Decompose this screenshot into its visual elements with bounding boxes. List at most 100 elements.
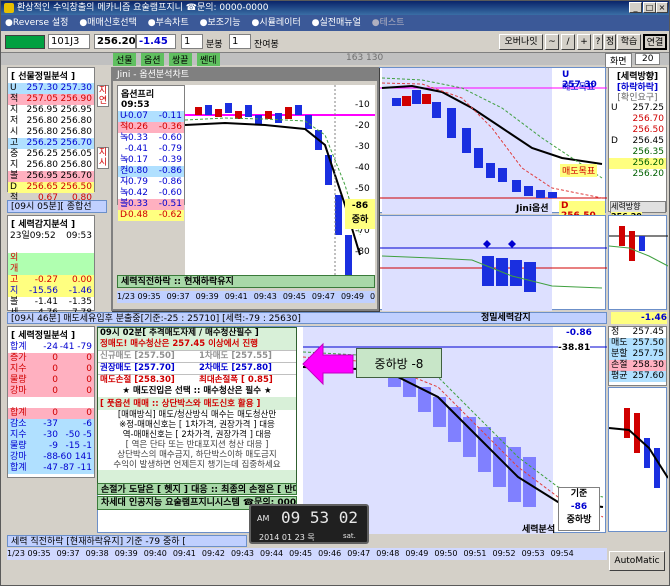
- time-tick: 09:45: [282, 292, 306, 301]
- order-row-label: 정: [611, 327, 620, 337]
- minimize-button[interactable]: _: [629, 2, 642, 13]
- popup-rows: U -0.07 -0.11 적 -0.26 -0.36 녹 -0.33 -0.60 -0.41 -0…: [118, 111, 184, 221]
- direction-row: 256.70: [609, 114, 666, 125]
- power-time1: 23일09:52: [10, 231, 56, 241]
- signal-grid-row: 매도손절 [258.30] 최대손절폭 [ 0.85]: [98, 374, 296, 386]
- popup-candle: [295, 105, 302, 115]
- popup-candle: [325, 155, 332, 185]
- learn-button[interactable]: 학습: [617, 34, 641, 50]
- fut-rows-row: 지 256.80 256.80: [8, 160, 94, 171]
- pop-rows-v1: -0.07: [124, 111, 148, 121]
- popup-axis-label: -30: [355, 142, 370, 152]
- fut-rows-v1: 256.25: [26, 138, 59, 148]
- direction-row-value: 256.50: [632, 125, 665, 135]
- candle: [462, 128, 471, 153]
- mini2-candle: [624, 408, 630, 438]
- interval-input[interactable]: 1: [181, 34, 203, 49]
- mini1-candle: [619, 226, 625, 246]
- popup-status: 세력직전하락 :: 현재하락유지: [117, 275, 375, 288]
- trend-rows-v2: -60 141: [57, 452, 92, 462]
- popup-table: 옵션프리09:53 U -0.07 -0.11 적 -0.26 -0.36 녹 -0.33 -0…: [117, 85, 185, 221]
- direction-row: 256.50: [609, 125, 666, 136]
- fut-rows-row: 저 256.80 256.80: [8, 116, 94, 127]
- maximize-button[interactable]: □: [643, 2, 656, 13]
- jeong-button[interactable]: 정: [604, 34, 616, 50]
- trend-rows-v2: 0: [86, 364, 92, 374]
- overnight-button[interactable]: 오버나잇: [499, 34, 543, 50]
- trend-rows-l: 지수: [10, 364, 27, 374]
- order-row-label: 손절: [611, 360, 628, 370]
- clock-am: AM: [257, 514, 270, 523]
- popup-candle: [195, 107, 202, 115]
- menu-simulator[interactable]: ●시뮬레이터: [247, 15, 304, 31]
- trend-rows-v1: -24: [43, 342, 58, 352]
- time-tick: 09:48: [376, 549, 400, 558]
- order-row-label: 평균: [611, 371, 628, 381]
- trend-title: [ 세력정밀분석 ]: [8, 327, 94, 342]
- interval2-unit: 잔여봉: [254, 40, 279, 50]
- tab-futures[interactable]: 선물: [113, 53, 136, 66]
- plus-button[interactable]: +: [577, 34, 591, 50]
- popup-candle: [215, 109, 222, 117]
- trend-rows-row: 지수 -30 -50 -5: [8, 430, 94, 441]
- order-row-label: 분할: [611, 349, 628, 359]
- direction-row: 256.35: [609, 147, 666, 158]
- menu-aux[interactable]: ●보조기능: [196, 15, 245, 31]
- automatic-button[interactable]: AutoMatic: [609, 551, 665, 571]
- trend-rows-v1: 0: [52, 375, 58, 385]
- pop-rows-row: D -0.48 -0.62: [118, 210, 184, 221]
- menu-reverse[interactable]: ●Reverse 설정: [1, 15, 72, 31]
- trend-rows-v1: 0: [52, 408, 58, 418]
- code-input[interactable]: 101J3: [48, 34, 90, 49]
- trend-badge: 기준 -86 중하방: [558, 487, 600, 531]
- order-row: 정 257.45: [609, 327, 666, 338]
- price-field: 256.20: [94, 34, 136, 49]
- close-button[interactable]: ×: [656, 2, 668, 13]
- popup-chart: -10-20-30-40-50-60-70-80: [184, 85, 375, 275]
- menu-manual[interactable]: ●실전매뉴얼: [308, 15, 365, 31]
- menu-subchart[interactable]: ●부속차트: [144, 15, 193, 31]
- tab-extra[interactable]: 쎈데: [197, 53, 220, 66]
- line-button[interactable]: /: [561, 34, 575, 50]
- fut-rows-v1: 256.65: [26, 182, 59, 192]
- trend-rows-v1: 0: [52, 386, 58, 396]
- notice-line: 상단박스의 매수금지, 하단박스이하 매도금지: [98, 450, 296, 460]
- direction-mid-title: 세력방향: [611, 202, 641, 211]
- annotation-box: 중하방 -8: [356, 348, 442, 378]
- order-row: 손절 258.30: [609, 360, 666, 371]
- screen-number[interactable]: 20: [635, 53, 661, 65]
- popup-candle: [255, 115, 262, 125]
- popup-axis-label: -20: [355, 121, 370, 131]
- interval2-input[interactable]: 1: [229, 34, 251, 49]
- connect-button[interactable]: 연결: [643, 34, 667, 50]
- tab-options[interactable]: 옵션: [141, 53, 164, 66]
- order-row-value: 258.30: [632, 360, 665, 370]
- fut-rows-row: U 257.30 257.30: [8, 83, 94, 94]
- futures-title: [ 선물정밀분석 ]: [8, 68, 94, 83]
- power-panel: [ 세력감지분석 ] 23일09:52 09:53 외 개 고 -0.27 0.00 지 -1…: [7, 215, 95, 318]
- menu-test[interactable]: ●테스트: [368, 15, 409, 31]
- pow-rows-v2: 0.00: [71, 275, 92, 285]
- fut-rows-v2: 256.70: [60, 171, 93, 181]
- help-button[interactable]: ?: [593, 34, 603, 50]
- pop-rows-v1: -0.33: [124, 199, 148, 209]
- direction-row: 256.20: [609, 158, 666, 169]
- trend-panel: [ 세력정밀분석 ] 합계 -24 -41 -79 증가 0 0 지수 0 0 물량 0 0 강마 0 0 합…: [7, 326, 95, 478]
- pow-rows-v2: -1.35: [68, 297, 92, 307]
- pow-rows-l: 외: [10, 253, 19, 263]
- pop-rows-row: U -0.07 -0.11: [118, 111, 184, 122]
- pop-rows-row: 녹 -0.42 -0.60: [118, 188, 184, 199]
- popup-badge-value: -86: [351, 201, 369, 211]
- trend-rows-row: 강마 -88 -60 141: [8, 452, 94, 463]
- trend-rows-v1: -37: [43, 419, 58, 429]
- fut-rows-v2: 256.80: [60, 116, 93, 126]
- app-window: 환상적인 수익창출의 메카니즘 요술램프지니 ☎문의: 0000-0000 _ …: [0, 0, 670, 586]
- tab-pair[interactable]: 쌍끝: [169, 53, 192, 66]
- fut-rows-v2: 256.05: [60, 149, 93, 159]
- trend-rows-v2: -87 -11: [59, 463, 92, 473]
- menu-signal[interactable]: ●매매신호선택: [75, 15, 141, 31]
- pop-rows-v1: -0.26: [124, 122, 148, 132]
- options-popup[interactable]: Jini - 옵션분석차트 옵션프리09:53 U -0.07 -0.11 적 -0.2…: [111, 67, 379, 311]
- mini-chart-1-svg: [608, 226, 669, 267]
- wave-button[interactable]: ~: [545, 34, 559, 50]
